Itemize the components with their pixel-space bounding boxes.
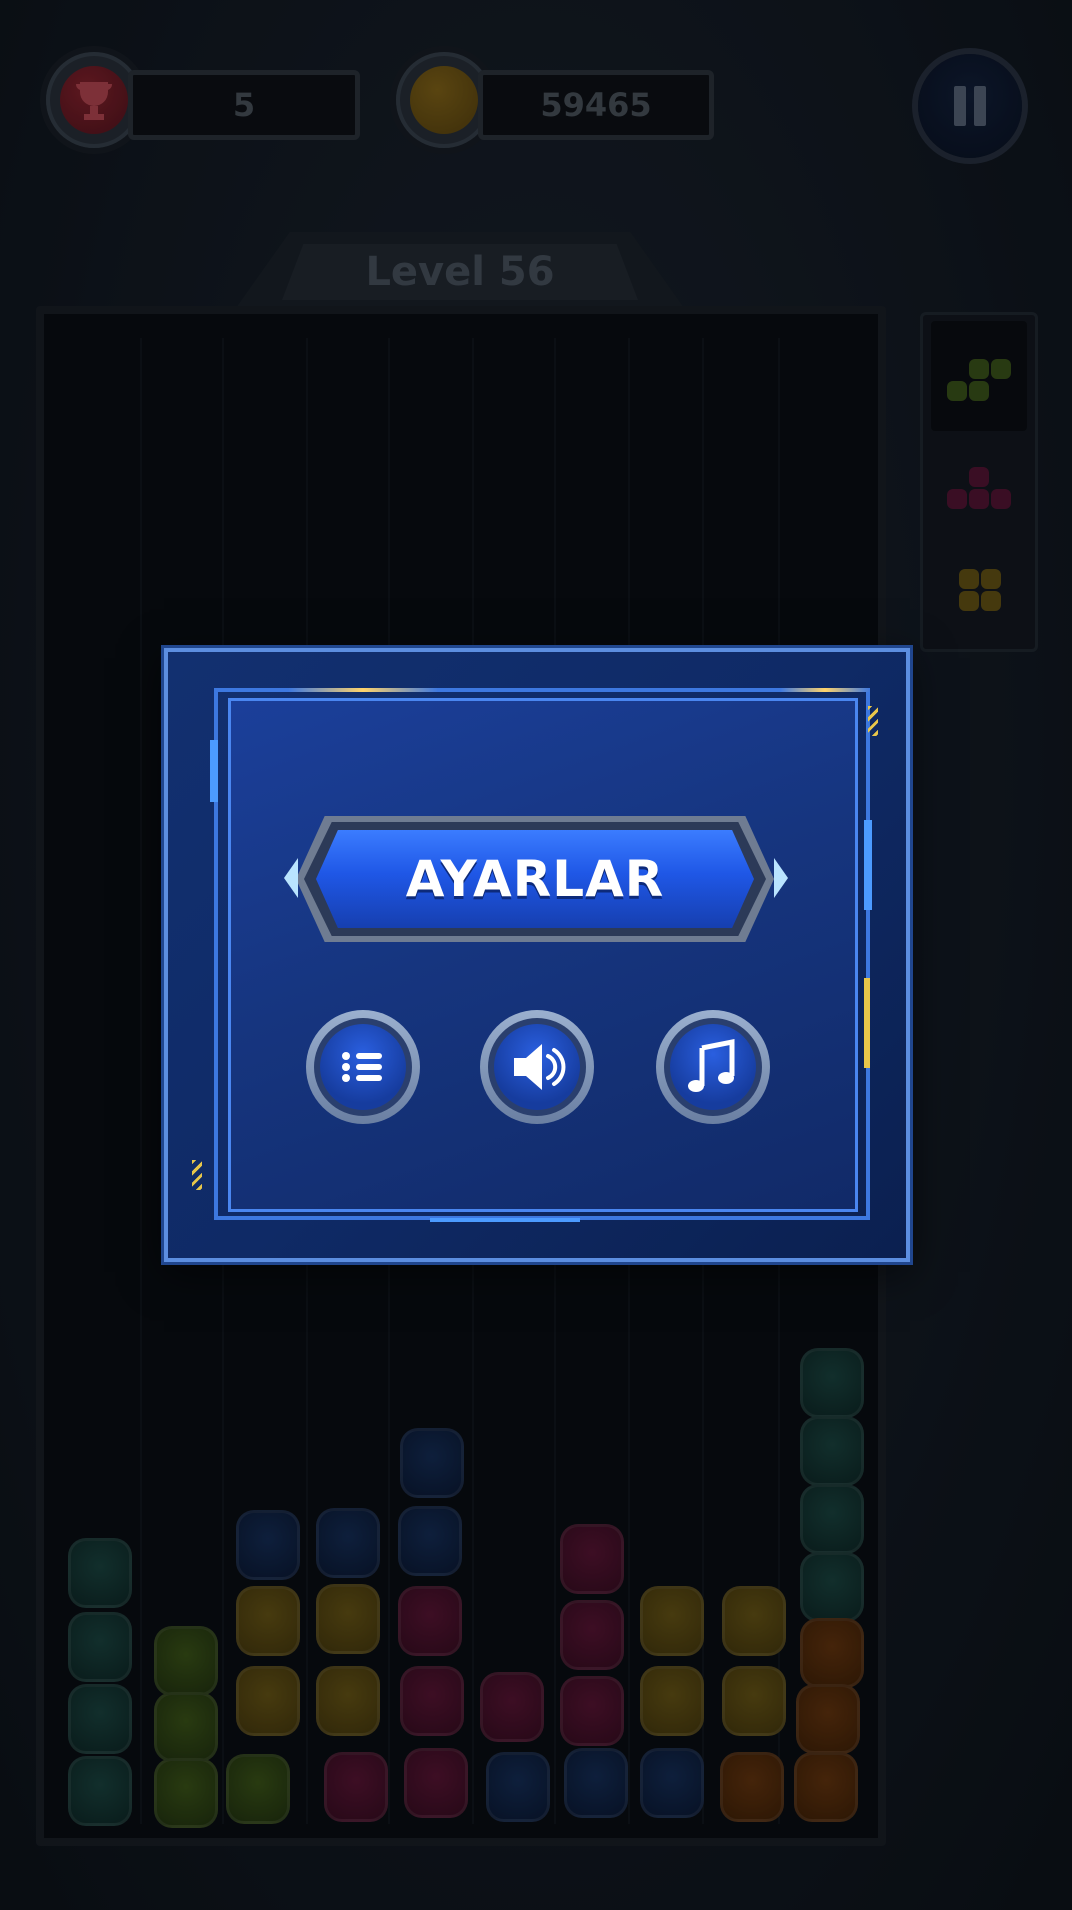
glow-accent	[780, 688, 870, 692]
dialog-title: AYARLAR	[316, 830, 754, 928]
glow-accent	[288, 688, 438, 692]
frame-accent	[210, 740, 218, 802]
speaker-icon	[514, 1044, 566, 1090]
decor-ticks	[192, 1160, 202, 1190]
sound-button[interactable]	[480, 1010, 594, 1124]
decor-ticks	[868, 706, 878, 736]
chevron-right-icon	[774, 858, 788, 898]
dialog-panel	[228, 698, 858, 1212]
chevron-left-icon	[284, 858, 298, 898]
list-icon	[342, 1052, 382, 1082]
frame-accent	[864, 820, 872, 910]
music-note-icon	[688, 1038, 735, 1092]
frame-accent	[864, 978, 870, 1068]
music-button[interactable]	[656, 1010, 770, 1124]
frame-accent	[430, 1218, 580, 1222]
menu-list-button[interactable]	[306, 1010, 420, 1124]
